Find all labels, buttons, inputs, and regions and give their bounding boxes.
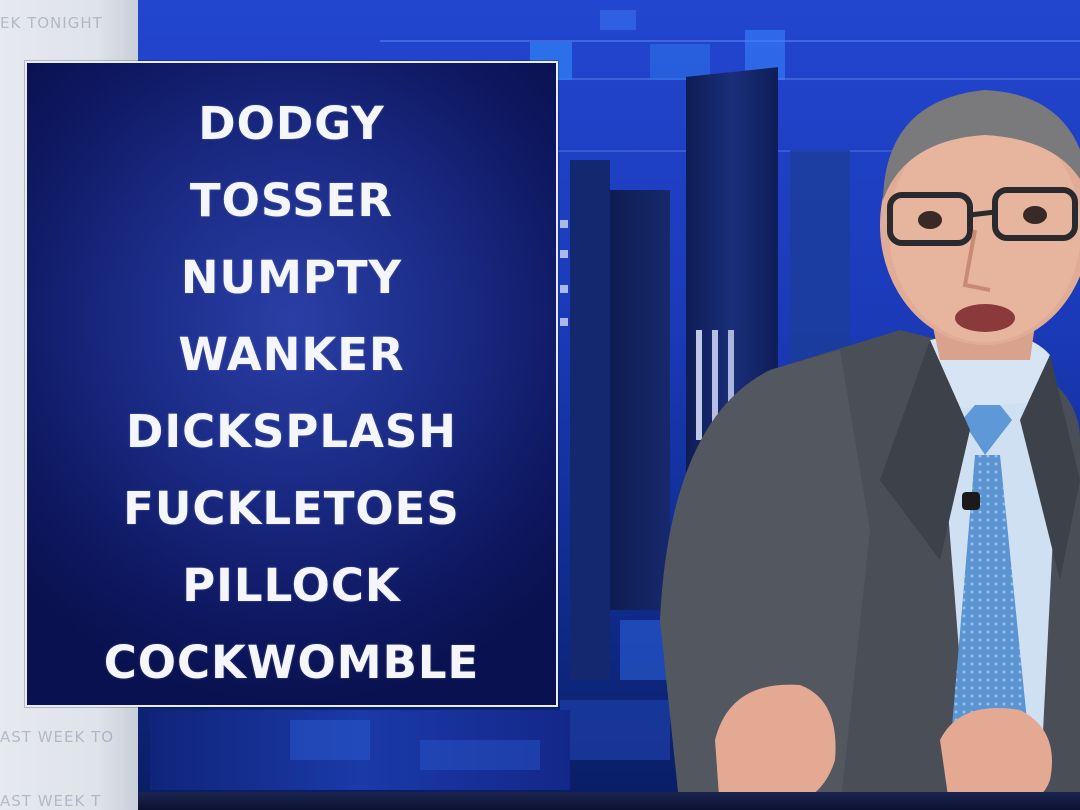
- wall-branding-text: AST WEEK T: [0, 792, 102, 810]
- desk-edge: [138, 792, 1080, 810]
- word-item: DICKSPLASH: [126, 405, 457, 458]
- host-illustration: [660, 90, 1080, 810]
- word-item: PILLOCK: [182, 559, 401, 612]
- word-item: NUMPTY: [180, 251, 403, 304]
- word-list-graphic: DODGY TOSSER NUMPTY WANKER DICKSPLASH FU…: [25, 61, 558, 707]
- word-item: COCKWOMBLE: [103, 636, 480, 689]
- wall-branding-text: EK TONIGHT: [0, 14, 103, 32]
- word-list: DODGY TOSSER NUMPTY WANKER DICKSPLASH FU…: [27, 85, 556, 701]
- word-item: TOSSER: [189, 174, 394, 227]
- tv-frame: EK TONIGHT AST WEEK TO AST WEEK T DODGY …: [0, 0, 1080, 810]
- wall-branding-text: AST WEEK TO: [0, 728, 115, 746]
- word-item: FUCKLETOES: [123, 482, 460, 535]
- word-item: DODGY: [198, 97, 385, 150]
- host-figure: [640, 60, 1080, 810]
- word-item: WANKER: [178, 328, 405, 381]
